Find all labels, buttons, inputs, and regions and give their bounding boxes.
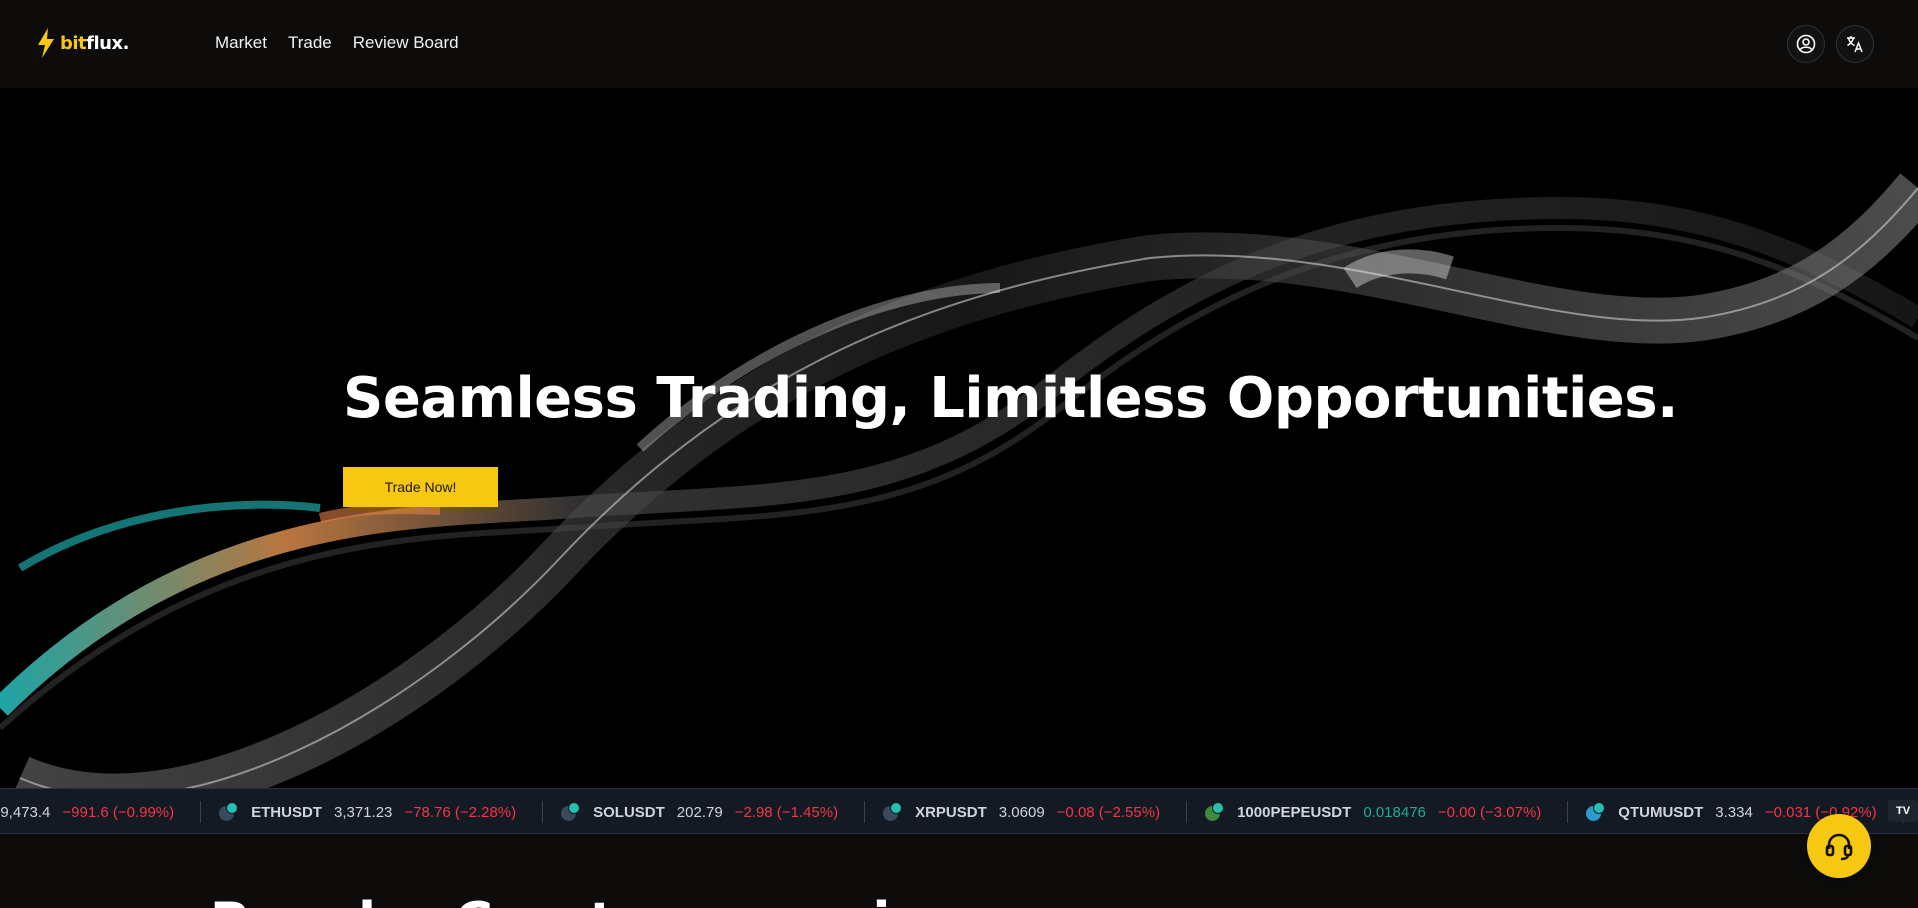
language-button[interactable] xyxy=(1836,25,1874,63)
ticker-price: 3,371.23 xyxy=(333,803,393,821)
site-header: bitflux. Market Trade Review Board xyxy=(0,0,1918,88)
bitflux-logo[interactable]: bitflux. xyxy=(36,28,129,58)
eth-coin-icon xyxy=(219,802,239,822)
ticker-track: 99,473.4 −991.6 (−0.99%) ETHUSDT 3,371.2… xyxy=(0,789,1904,833)
section-title: Popular Cryptocurrencies xyxy=(210,892,957,908)
logo-text: bitflux. xyxy=(60,32,129,54)
ticker-item[interactable]: 1000PEPEUSDT 0.018476 −0.00 (−3.07%) xyxy=(1187,801,1569,823)
account-button[interactable] xyxy=(1787,25,1825,63)
nav-market[interactable]: Market xyxy=(215,33,267,53)
hero-section: Seamless Trading, Limitless Opportunitie… xyxy=(0,88,1918,788)
ticker-price: 202.79 xyxy=(676,803,723,821)
ticker-symbol: 1000PEPEUSDT xyxy=(1237,803,1352,821)
ticker-item[interactable]: 99,473.4 −991.6 (−0.99%) xyxy=(0,801,202,823)
xrp-coin-icon xyxy=(883,802,903,822)
ticker-symbol: QTUMUSDT xyxy=(1618,803,1704,821)
pepe-coin-icon xyxy=(1205,802,1225,822)
nav-review-board[interactable]: Review Board xyxy=(353,33,459,53)
user-circle-icon xyxy=(1796,34,1816,54)
ticker-item[interactable]: ETHUSDT 3,371.23 −78.76 (−2.28%) xyxy=(201,801,544,823)
ticker-change: −991.6 (−0.99%) xyxy=(62,803,175,821)
ticker-price: 0.018476 xyxy=(1363,803,1426,821)
price-ticker: 99,473.4 −991.6 (−0.99%) ETHUSDT 3,371.2… xyxy=(0,788,1918,834)
ticker-price: 99,473.4 xyxy=(0,803,51,821)
helix-graphic xyxy=(0,173,1918,788)
ticker-change: −0.00 (−3.07%) xyxy=(1437,803,1542,821)
tradingview-badge[interactable]: TV xyxy=(1888,800,1918,822)
nav-trade[interactable]: Trade xyxy=(288,33,332,53)
ticker-change: −0.08 (−2.55%) xyxy=(1056,803,1161,821)
ticker-symbol: SOLUSDT xyxy=(593,803,665,821)
sol-coin-icon xyxy=(561,802,581,822)
ticker-price: 3.334 xyxy=(1715,803,1753,821)
ticker-symbol: ETHUSDT xyxy=(251,803,322,821)
qtum-coin-icon xyxy=(1586,802,1606,822)
ticker-item[interactable]: XRPUSDT 3.0609 −0.08 (−2.55%) xyxy=(865,801,1188,823)
trade-now-button[interactable]: Trade Now! xyxy=(343,467,498,507)
ticker-change: −2.98 (−1.45%) xyxy=(734,803,839,821)
ticker-change: −0.031 (−0.92%) xyxy=(1764,803,1877,821)
support-chat-button[interactable] xyxy=(1807,814,1871,878)
hero-title: Seamless Trading, Limitless Opportunitie… xyxy=(343,366,1678,431)
ticker-price: 3.0609 xyxy=(998,803,1045,821)
ticker-change: −78.76 (−2.28%) xyxy=(404,803,517,821)
popular-section: Popular Cryptocurrencies xyxy=(0,834,1918,908)
ticker-symbol: XRPUSDT xyxy=(915,803,987,821)
ticker-item[interactable]: SOLUSDT 202.79 −2.98 (−1.45%) xyxy=(543,801,866,823)
translate-icon xyxy=(1847,36,1863,53)
headset-icon xyxy=(1825,833,1853,861)
main-nav: Market Trade Review Board xyxy=(215,33,459,53)
lightning-icon xyxy=(38,28,54,58)
